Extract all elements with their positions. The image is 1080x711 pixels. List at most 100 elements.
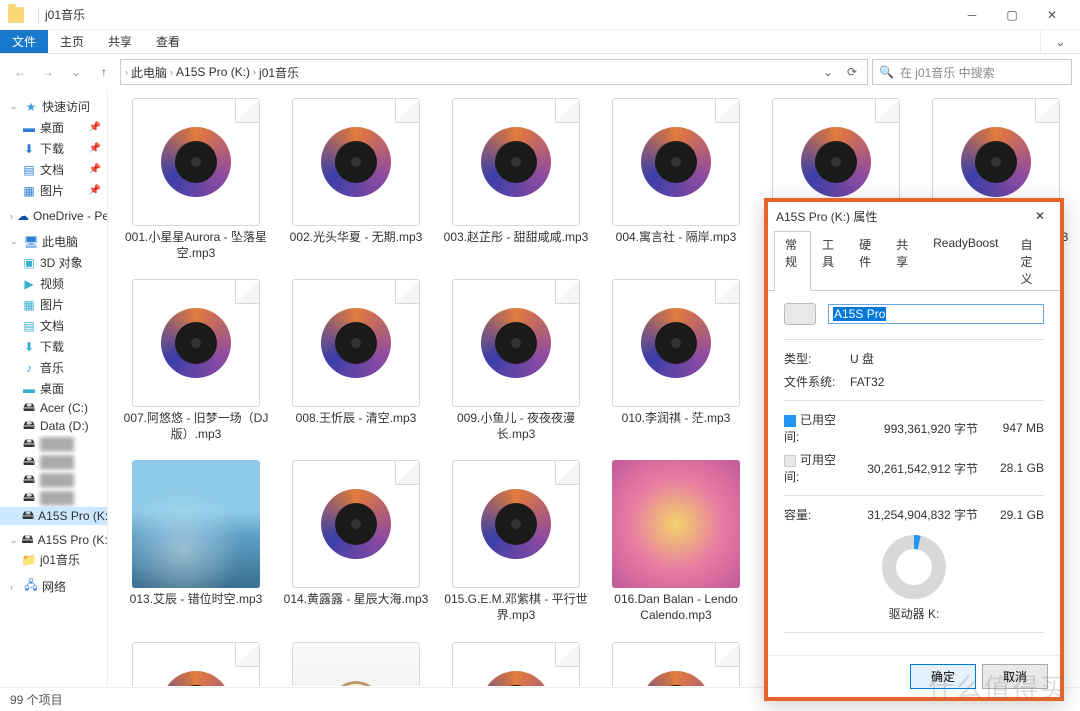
filesystem: FAT32	[850, 375, 1044, 389]
file-item[interactable]: 019.Ava Max - Salt.mp3	[116, 642, 276, 686]
file-label: 014.黄露露 - 星辰大海.mp3	[280, 592, 433, 608]
sidebar-drive-blur1[interactable]: 🖴████	[0, 435, 107, 453]
sidebar: ⌄★快速访问 ▬桌面📌 ⬇下载📌 ▤文档📌 ▦图片📌 ›☁OneDrive - …	[0, 90, 108, 686]
tab-home[interactable]: 主页	[48, 30, 96, 53]
file-item[interactable]: 016.Dan Balan - Lendo Calendo.mp3	[596, 460, 756, 623]
address-dropdown[interactable]: ⌄	[817, 61, 839, 83]
file-thumbnail	[132, 279, 260, 407]
sidebar-item-music[interactable]: ♪音乐	[0, 357, 107, 378]
file-thumbnail	[452, 279, 580, 407]
file-item[interactable]: 013.艾辰 - 错位时空.mp3	[116, 460, 276, 623]
free-bytes: 30,261,542,912 字节	[850, 460, 978, 477]
file-item[interactable]: 020.Lost Frequencies - Reality.mp3	[276, 642, 436, 686]
sidebar-item-desktop[interactable]: ▬桌面	[0, 378, 107, 399]
tab-readyboost[interactable]: ReadyBoost	[922, 231, 1009, 291]
ribbon-expand[interactable]: ⌄	[1040, 30, 1080, 53]
drive-name-input[interactable]: A15S Pro	[828, 304, 1044, 324]
tab-general[interactable]: 常规	[774, 231, 811, 291]
refresh-button[interactable]: ⟳	[841, 61, 863, 83]
sidebar-quick-access[interactable]: ⌄★快速访问	[0, 96, 107, 117]
tab-view[interactable]: 查看	[144, 30, 192, 53]
breadcrumb[interactable]: 此电脑	[131, 64, 167, 81]
ok-button[interactable]: 确定	[910, 664, 976, 689]
back-button[interactable]: ←	[8, 60, 32, 84]
sidebar-drive-c[interactable]: 🖴Acer (C:)	[0, 399, 107, 417]
up-button[interactable]: ↑	[92, 60, 116, 84]
file-label: 007.阿悠悠 - 旧梦一场（DJ版）.mp3	[116, 411, 276, 442]
sidebar-this-pc[interactable]: ⌄🖥此电脑	[0, 231, 107, 252]
sidebar-item-j01[interactable]: 📁j01音乐	[0, 549, 107, 570]
tab-sharing[interactable]: 共享	[885, 231, 922, 291]
file-thumbnail	[452, 460, 580, 588]
breadcrumb[interactable]: A15S Pro (K:)	[176, 65, 250, 79]
file-label: 010.李润祺 - 茫.mp3	[618, 411, 735, 427]
sidebar-item-documents[interactable]: ▤文档📌	[0, 159, 107, 180]
tab-custom[interactable]: 自定义	[1010, 231, 1055, 291]
drive-label: 驱动器 K:	[784, 605, 1044, 622]
capacity-bytes: 31,254,904,832 字节	[850, 506, 978, 523]
tab-tools[interactable]: 工具	[811, 231, 848, 291]
sidebar-drive-a15s-selected[interactable]: 🖴A15S Pro (K:)	[0, 507, 107, 525]
minimize-button[interactable]: ─	[952, 0, 992, 30]
sidebar-drive-blur3[interactable]: 🖴████	[0, 471, 107, 489]
file-label: 015.G.E.M.邓紫棋 - 平行世界.mp3	[436, 592, 596, 623]
file-label: 002.光头华夏 - 无期.mp3	[286, 230, 427, 246]
file-item[interactable]: 001.小星星Aurora - 坠落星空.mp3	[116, 98, 276, 261]
dialog-title: A15S Pro (K:) 属性	[776, 208, 877, 225]
address-bar[interactable]: › 此电脑› A15S Pro (K:)› j01音乐 ⌄ ⟳	[120, 59, 868, 85]
tab-share[interactable]: 共享	[96, 30, 144, 53]
file-label: 008.王忻辰 - 清空.mp3	[292, 411, 421, 427]
capacity-hr: 29.1 GB	[984, 508, 1044, 522]
file-thumbnail	[612, 460, 740, 588]
forward-button[interactable]: →	[36, 60, 60, 84]
sidebar-item-documents[interactable]: ▤文档	[0, 315, 107, 336]
sidebar-item-video[interactable]: ▶视频	[0, 273, 107, 294]
tab-hardware[interactable]: 硬件	[848, 231, 885, 291]
dialog-close-button[interactable]: ✕	[1028, 209, 1052, 223]
file-thumbnail	[452, 98, 580, 226]
file-item[interactable]: 015.G.E.M.邓紫棋 - 平行世界.mp3	[436, 460, 596, 623]
close-button[interactable]: ✕	[1032, 0, 1072, 30]
file-item[interactable]: 002.光头华夏 - 无期.mp3	[276, 98, 436, 261]
window-title: j01音乐	[45, 6, 85, 23]
sidebar-drive-blur2[interactable]: 🖴████	[0, 453, 107, 471]
pin-icon: 📌	[89, 122, 101, 133]
sidebar-network[interactable]: ›🖧网络	[0, 576, 107, 597]
search-icon: 🔍	[879, 65, 894, 79]
file-item[interactable]: 009.小鱼儿 - 夜夜夜漫长.mp3	[436, 279, 596, 442]
recent-button[interactable]: ⌄	[64, 60, 88, 84]
file-label: 004.寓言社 - 隔岸.mp3	[612, 230, 741, 246]
file-thumbnail	[132, 460, 260, 588]
sidebar-drive-a15s[interactable]: ⌄🖴A15S Pro (K:)	[0, 531, 107, 549]
sidebar-drive-d[interactable]: 🖴Data (D:)	[0, 417, 107, 435]
sidebar-item-pictures[interactable]: ▦图片	[0, 294, 107, 315]
sidebar-item-desktop[interactable]: ▬桌面📌	[0, 117, 107, 138]
usage-donut	[882, 535, 946, 599]
sidebar-item-3d[interactable]: ▣3D 对象	[0, 252, 107, 273]
folder-icon	[8, 7, 24, 23]
file-item[interactable]: 014.黄露露 - 星辰大海.mp3	[276, 460, 436, 623]
breadcrumb[interactable]: j01音乐	[259, 64, 299, 81]
maximize-button[interactable]: ▢	[992, 0, 1032, 30]
cancel-button[interactable]: 取消	[982, 664, 1048, 689]
file-item[interactable]: 022.Cash Cash&Christina Perri - Hero.mp3	[596, 642, 756, 686]
file-item[interactable]: 003.赵芷彤 - 甜甜咸咸.mp3	[436, 98, 596, 261]
item-count: 99 个项目	[10, 691, 63, 708]
sidebar-drive-blur4[interactable]: 🖴████	[0, 489, 107, 507]
sidebar-item-downloads[interactable]: ⬇下载📌	[0, 138, 107, 159]
file-item[interactable]: 004.寓言社 - 隔岸.mp3	[596, 98, 756, 261]
search-input[interactable]: 🔍 在 j01音乐 中搜索	[872, 59, 1072, 85]
file-item[interactable]: 008.王忻辰 - 清空.mp3	[276, 279, 436, 442]
used-bytes: 993,361,920 字节	[850, 420, 978, 437]
file-label: 001.小星星Aurora - 坠落星空.mp3	[116, 230, 276, 261]
sidebar-item-downloads[interactable]: ⬇下载	[0, 336, 107, 357]
file-label: 003.赵芷彤 - 甜甜咸咸.mp3	[440, 230, 593, 246]
file-thumbnail	[612, 279, 740, 407]
file-thumbnail	[612, 98, 740, 226]
sidebar-item-pictures[interactable]: ▦图片📌	[0, 180, 107, 201]
file-item[interactable]: 007.阿悠悠 - 旧梦一场（DJ版）.mp3	[116, 279, 276, 442]
tab-file[interactable]: 文件	[0, 30, 48, 53]
file-item[interactable]: 010.李润祺 - 茫.mp3	[596, 279, 756, 442]
sidebar-onedrive[interactable]: ›☁OneDrive - Persona	[0, 207, 107, 225]
file-item[interactable]: 021.Katie Sky - Monsters.mp3	[436, 642, 596, 686]
